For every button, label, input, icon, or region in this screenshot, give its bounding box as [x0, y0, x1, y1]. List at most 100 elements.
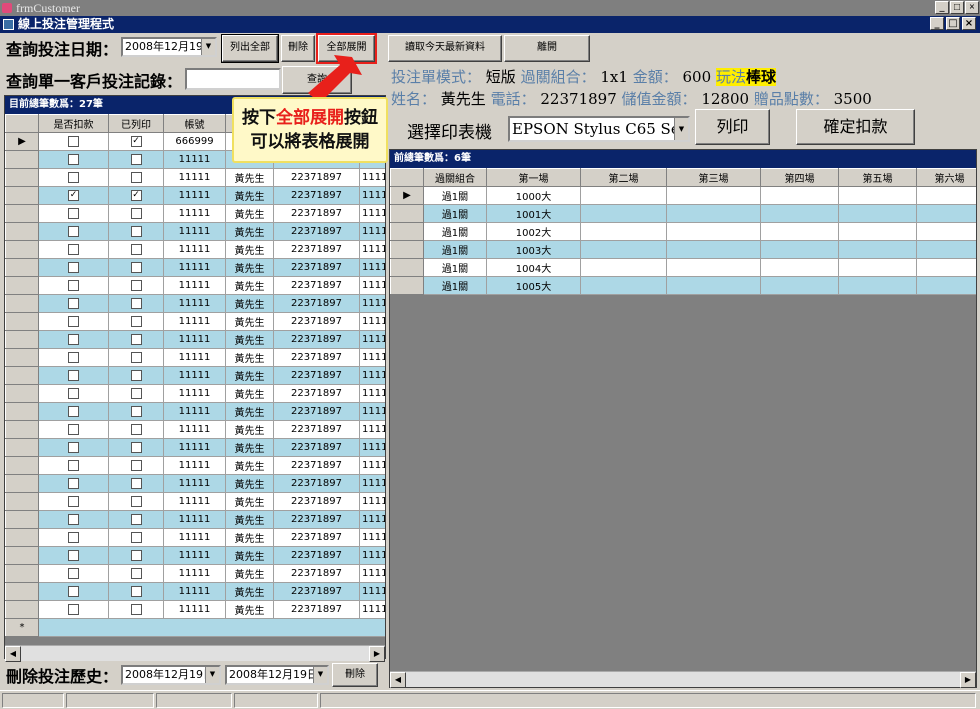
- name-cell[interactable]: 黃先生: [225, 366, 274, 385]
- printed-checkbox[interactable]: [130, 171, 142, 183]
- scroll-left-icon[interactable]: ◀: [390, 672, 406, 688]
- name-cell[interactable]: 黃先生: [225, 384, 274, 403]
- deducted-checkbox-cell[interactable]: [38, 402, 109, 421]
- deducted-checkbox-cell[interactable]: [38, 546, 109, 565]
- outer-close-button[interactable]: ×: [965, 1, 979, 14]
- name-cell[interactable]: 黃先生: [225, 600, 274, 619]
- deducted-checkbox-cell[interactable]: [38, 330, 109, 349]
- phone-cell[interactable]: 22371897: [273, 186, 360, 205]
- game-6-cell[interactable]: [916, 258, 976, 277]
- printed-checkbox-cell[interactable]: [108, 348, 164, 367]
- game-3-cell[interactable]: [666, 204, 761, 223]
- extra-cell[interactable]: 1111: [359, 564, 385, 583]
- name-cell[interactable]: 黃先生: [225, 294, 274, 313]
- customer-grid[interactable]: 目前總筆數爲：27筆 是否扣款 已列印 帳號 ▶ ✓ 666999 11111 1111…: [4, 95, 386, 659]
- row-header[interactable]: [5, 546, 39, 565]
- printed-checkbox[interactable]: [130, 603, 142, 615]
- account-cell[interactable]: 11111: [163, 492, 226, 511]
- table-row[interactable]: 11111 黃先生 22371897 1111: [5, 582, 385, 601]
- printed-checkbox[interactable]: [130, 351, 142, 363]
- table-row[interactable]: 11111 黃先生 22371897 1111: [5, 420, 385, 439]
- printed-checkbox[interactable]: [130, 207, 142, 219]
- phone-cell[interactable]: 22371897: [273, 204, 360, 223]
- extra-cell[interactable]: 1111: [359, 528, 385, 547]
- row-header[interactable]: [5, 294, 39, 313]
- new-row-cell[interactable]: [38, 618, 385, 637]
- table-row[interactable]: 11111 黃先生 22371897 1111: [5, 384, 385, 403]
- deducted-checkbox[interactable]: [68, 477, 79, 489]
- game-5-cell[interactable]: [838, 240, 917, 259]
- game-1-cell[interactable]: 1001大: [486, 204, 581, 223]
- col-header-account[interactable]: 帳號: [163, 114, 226, 133]
- table-row[interactable]: 11111 黃先生 22371897 1111: [5, 312, 385, 331]
- game-6-cell[interactable]: [916, 240, 976, 259]
- game-4-cell[interactable]: [760, 276, 839, 295]
- account-cell[interactable]: 11111: [163, 456, 226, 475]
- table-row[interactable]: 11111 黃先生 22371897 1111: [5, 492, 385, 511]
- deducted-checkbox-cell[interactable]: [38, 600, 109, 619]
- extra-cell[interactable]: 1111: [359, 600, 385, 619]
- printed-checkbox[interactable]: [130, 333, 142, 345]
- printed-checkbox-cell[interactable]: [108, 276, 164, 295]
- extra-cell[interactable]: 1111: [359, 474, 385, 493]
- printed-checkbox-cell[interactable]: ✓: [108, 132, 164, 151]
- printed-checkbox[interactable]: [130, 243, 142, 255]
- extra-cell[interactable]: 1111: [359, 546, 385, 565]
- table-row[interactable]: 過1關 1003大: [390, 240, 976, 259]
- deducted-checkbox-cell[interactable]: [38, 420, 109, 439]
- printed-checkbox[interactable]: [130, 549, 142, 561]
- extra-cell[interactable]: 1111: [359, 582, 385, 601]
- account-cell[interactable]: 11111: [163, 438, 226, 457]
- extra-cell[interactable]: 1111: [359, 492, 385, 511]
- table-row[interactable]: ✓ ✓ 11111 黃先生 22371897 1111: [5, 186, 385, 205]
- row-header[interactable]: [5, 366, 39, 385]
- col-header-game-4[interactable]: 第四場: [760, 168, 839, 187]
- row-header[interactable]: [5, 438, 39, 457]
- deducted-checkbox[interactable]: [68, 279, 79, 291]
- scroll-right-icon[interactable]: ▶: [960, 672, 976, 688]
- phone-cell[interactable]: 22371897: [273, 222, 360, 241]
- printed-checkbox-cell[interactable]: [108, 564, 164, 583]
- row-header[interactable]: ▶: [390, 186, 424, 205]
- col-header-combo[interactable]: 過關組合: [423, 168, 487, 187]
- printed-checkbox[interactable]: ✓: [130, 135, 142, 147]
- row-header[interactable]: [5, 168, 39, 187]
- inner-close-button[interactable]: ×: [962, 17, 976, 30]
- printed-checkbox[interactable]: [130, 531, 142, 543]
- printed-checkbox-cell[interactable]: [108, 438, 164, 457]
- game-4-cell[interactable]: [760, 204, 839, 223]
- printed-checkbox-cell[interactable]: [108, 330, 164, 349]
- account-cell[interactable]: 11111: [163, 312, 226, 331]
- name-cell[interactable]: 黃先生: [225, 348, 274, 367]
- deducted-checkbox-cell[interactable]: [38, 240, 109, 259]
- printed-checkbox[interactable]: [130, 441, 142, 453]
- name-cell[interactable]: 黃先生: [225, 312, 274, 331]
- deducted-checkbox-cell[interactable]: [38, 258, 109, 277]
- deducted-checkbox-cell[interactable]: [38, 474, 109, 493]
- game-4-cell[interactable]: [760, 222, 839, 241]
- extra-cell[interactable]: 1111: [359, 186, 385, 205]
- game-2-cell[interactable]: [580, 240, 667, 259]
- table-row[interactable]: 11111 黃先生 22371897 1111: [5, 276, 385, 295]
- inner-restore-button[interactable]: □: [946, 17, 960, 30]
- row-header[interactable]: [390, 276, 424, 295]
- name-cell[interactable]: 黃先生: [225, 456, 274, 475]
- game-3-cell[interactable]: [666, 240, 761, 259]
- deducted-checkbox-cell[interactable]: [38, 312, 109, 331]
- deducted-checkbox[interactable]: [68, 207, 79, 219]
- deducted-checkbox[interactable]: [68, 513, 79, 525]
- game-2-cell[interactable]: [580, 186, 667, 205]
- row-header[interactable]: [5, 276, 39, 295]
- account-cell[interactable]: 11111: [163, 600, 226, 619]
- table-row[interactable]: 11111 黃先生 22371897 1111: [5, 564, 385, 583]
- row-header[interactable]: [5, 222, 39, 241]
- combo-cell[interactable]: 過1關: [423, 240, 487, 259]
- deducted-checkbox-cell[interactable]: [38, 510, 109, 529]
- phone-cell[interactable]: 22371897: [273, 528, 360, 547]
- extra-cell[interactable]: 1111: [359, 204, 385, 223]
- phone-cell[interactable]: 22371897: [273, 294, 360, 313]
- game-1-cell[interactable]: 1000大: [486, 186, 581, 205]
- game-2-cell[interactable]: [580, 222, 667, 241]
- row-header[interactable]: [390, 258, 424, 277]
- deducted-checkbox[interactable]: [68, 297, 79, 309]
